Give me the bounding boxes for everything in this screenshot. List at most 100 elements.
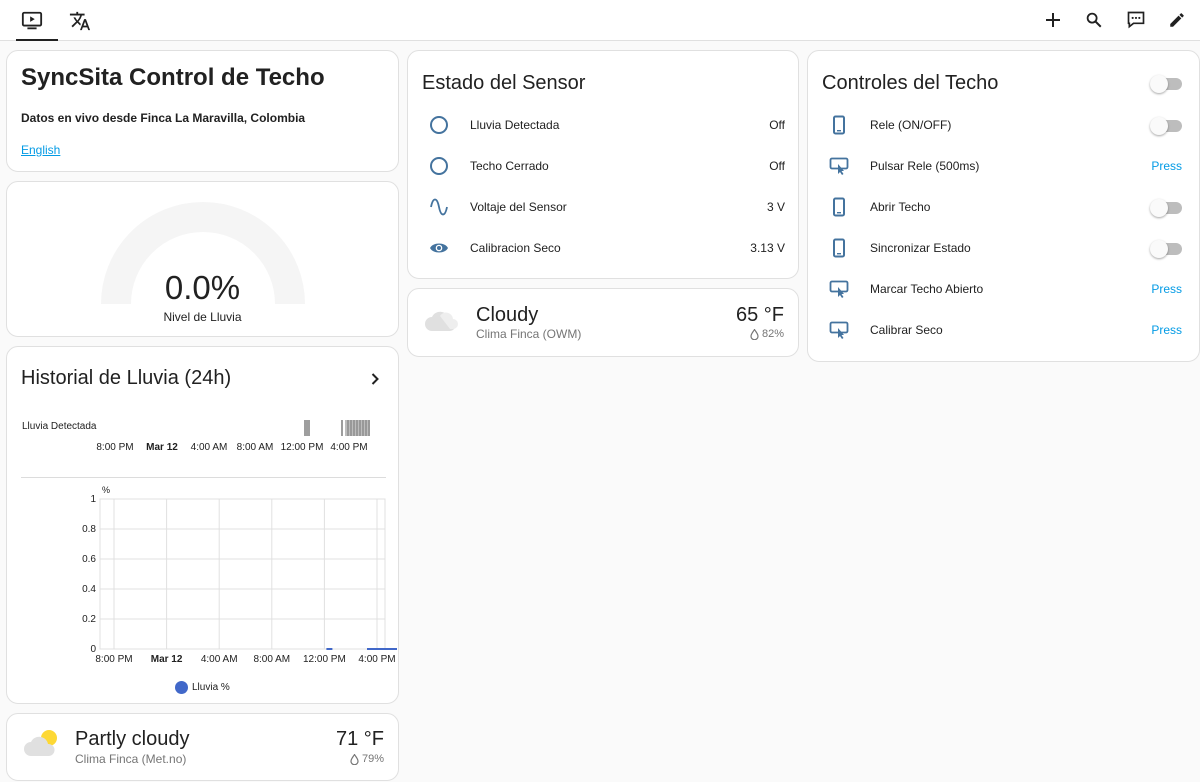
weather-card-met[interactable]: Partly cloudy Clima Finca (Met.no) 71 °F… <box>6 713 399 781</box>
x-tick-label: 8:00 AM <box>253 654 290 665</box>
entity-name: Sincronizar Estado <box>870 241 971 255</box>
entity-name: Voltaje del Sensor <box>470 200 567 214</box>
divider <box>21 477 386 478</box>
y-tick-label: 0.4 <box>82 584 96 595</box>
markdown-card: SyncSita Control de Techo Datos en vivo … <box>6 50 399 172</box>
timeline-segment <box>341 420 343 436</box>
entity-row-voltaje[interactable]: Voltaje del Sensor 3 V <box>408 187 798 228</box>
gauge-card[interactable]: 0.0% Nivel de Lluvia <box>6 181 399 337</box>
phone-icon <box>828 114 850 136</box>
x-tick-label: 12:00 PM <box>303 654 346 665</box>
gesture-tap-button-icon <box>828 319 850 341</box>
controls-card-title: Controles del Techo <box>822 72 999 94</box>
water-percent-icon <box>750 328 759 340</box>
entity-name: Marcar Techo Abierto <box>870 282 984 296</box>
weather-card-owm[interactable]: Cloudy Clima Finca (OWM) 65 °F 82% <box>407 288 799 357</box>
legend-swatch <box>175 681 188 694</box>
page-title: SyncSita Control de Techo <box>21 64 325 91</box>
page-subtitle: Datos en vivo desde Finca La Maravilla, … <box>21 111 306 125</box>
weather-humidity: 82% <box>750 328 784 340</box>
entity-name: Techo Cerrado <box>470 159 549 173</box>
series-point <box>326 648 333 650</box>
entity-row-calibrar-seco[interactable]: Calibrar Seco Press <box>808 310 1199 351</box>
x-tick-label: 8:00 PM <box>95 654 132 665</box>
y-unit-label: % <box>102 485 110 495</box>
entity-name: Calibracion Seco <box>470 241 561 255</box>
y-tick-label: 0.8 <box>82 524 96 535</box>
press-button[interactable]: Press <box>1151 159 1182 173</box>
press-button[interactable]: Press <box>1151 282 1182 296</box>
timeline-tick-label: 4:00 PM <box>330 442 368 453</box>
eye-icon <box>428 237 450 259</box>
sincronizar-toggle[interactable] <box>1150 240 1182 258</box>
timeline-segment <box>304 420 310 436</box>
chevron-right-icon[interactable] <box>368 372 382 386</box>
chart-legend[interactable]: Lluvia % <box>175 681 230 694</box>
gesture-tap-button-icon <box>828 278 850 300</box>
roof-controls-card: Controles del Techo Rele (ON/OFF) Pulsar… <box>807 50 1200 362</box>
entity-row-calibracion[interactable]: Calibracion Seco 3.13 V <box>408 228 798 269</box>
x-tick-label: 4:00 PM <box>358 654 395 665</box>
entity-row-pulsar-rele[interactable]: Pulsar Rele (500ms) Press <box>808 146 1199 187</box>
history-card: Historial de Lluvia (24h) Lluvia Detecta… <box>6 346 399 704</box>
water-percent-icon <box>350 753 359 765</box>
circle-outline-icon <box>428 155 450 177</box>
timeline-axis: 8:00 PM Mar 12 4:00 AM 8:00 AM 12:00 PM 4:00 … <box>7 442 400 456</box>
entity-row-marcar-abierto[interactable]: Marcar Techo Abierto Press <box>808 269 1199 310</box>
history-title: Historial de Lluvia (24h) <box>21 367 232 389</box>
humidity-value: 82% <box>761 328 784 340</box>
weather-temperature: 65 °F <box>735 304 784 326</box>
press-button[interactable]: Press <box>1151 323 1182 337</box>
entity-row-abrir-techo[interactable]: Abrir Techo <box>808 187 1199 228</box>
gauge-label: Nivel de Lluvia <box>163 310 242 324</box>
top-app-bar <box>0 0 1200 41</box>
x-tick-label: Mar 12 <box>151 654 183 665</box>
chart-plot-area <box>99 498 386 650</box>
entity-state: 3.13 V <box>750 241 785 255</box>
entity-name: Pulsar Rele (500ms) <box>870 159 980 173</box>
partly-cloudy-icon <box>22 728 62 760</box>
header-toggle[interactable] <box>1150 75 1182 93</box>
y-tick-label: 1 <box>90 494 96 505</box>
series-point <box>367 648 397 650</box>
translate-icon <box>69 10 91 32</box>
humidity-value: 79% <box>361 753 384 765</box>
entity-state: 3 V <box>766 200 785 214</box>
magnify-icon[interactable] <box>1082 8 1106 32</box>
entity-name: Lluvia Detectada <box>470 118 560 132</box>
entity-name: Abrir Techo <box>870 200 931 214</box>
comment-processing-icon[interactable] <box>1124 8 1148 32</box>
sensor-status-card: Estado del Sensor Lluvia Detectada Off T… <box>407 50 799 279</box>
x-tick-label: 4:00 AM <box>201 654 238 665</box>
entity-name: Calibrar Seco <box>870 323 943 337</box>
circle-outline-icon <box>428 114 450 136</box>
plus-icon[interactable] <box>1041 8 1065 32</box>
legend-label: Lluvia % <box>192 682 230 693</box>
entity-row-lluvia-detectada[interactable]: Lluvia Detectada Off <box>408 105 798 146</box>
weather-entity-name: Clima Finca (Met.no) <box>75 752 187 766</box>
y-tick-label: 0.2 <box>82 614 96 625</box>
tab-overview[interactable] <box>8 0 58 41</box>
english-link[interactable]: English <box>21 143 60 157</box>
entity-state: Off <box>769 118 785 132</box>
y-tick-label: 0.6 <box>82 554 96 565</box>
weather-condition: Partly cloudy <box>75 728 190 750</box>
phone-icon <box>828 196 850 218</box>
gauge-value: 0.0% <box>164 269 241 306</box>
tab-translate[interactable] <box>56 0 104 41</box>
entity-row-rele[interactable]: Rele (ON/OFF) <box>808 105 1199 146</box>
entity-row-sincronizar[interactable]: Sincronizar Estado <box>808 228 1199 269</box>
gesture-tap-button-icon <box>828 155 850 177</box>
abrir-techo-toggle[interactable] <box>1150 199 1182 217</box>
weather-temperature: 71 °F <box>335 728 384 750</box>
cloudy-icon <box>424 306 460 334</box>
entity-row-techo-cerrado[interactable]: Techo Cerrado Off <box>408 146 798 187</box>
pencil-icon[interactable] <box>1165 8 1189 32</box>
phone-icon <box>828 237 850 259</box>
entity-state: Off <box>769 159 785 173</box>
rele-toggle[interactable] <box>1150 117 1182 135</box>
sine-wave-icon <box>428 196 450 218</box>
rain-history-chart: 10.80.60.40.208:00 PM Mar 12 4:00 AM 8:00 A… <box>82 485 397 665</box>
timeline-bar <box>304 420 370 436</box>
weather-condition: Cloudy <box>476 304 539 326</box>
